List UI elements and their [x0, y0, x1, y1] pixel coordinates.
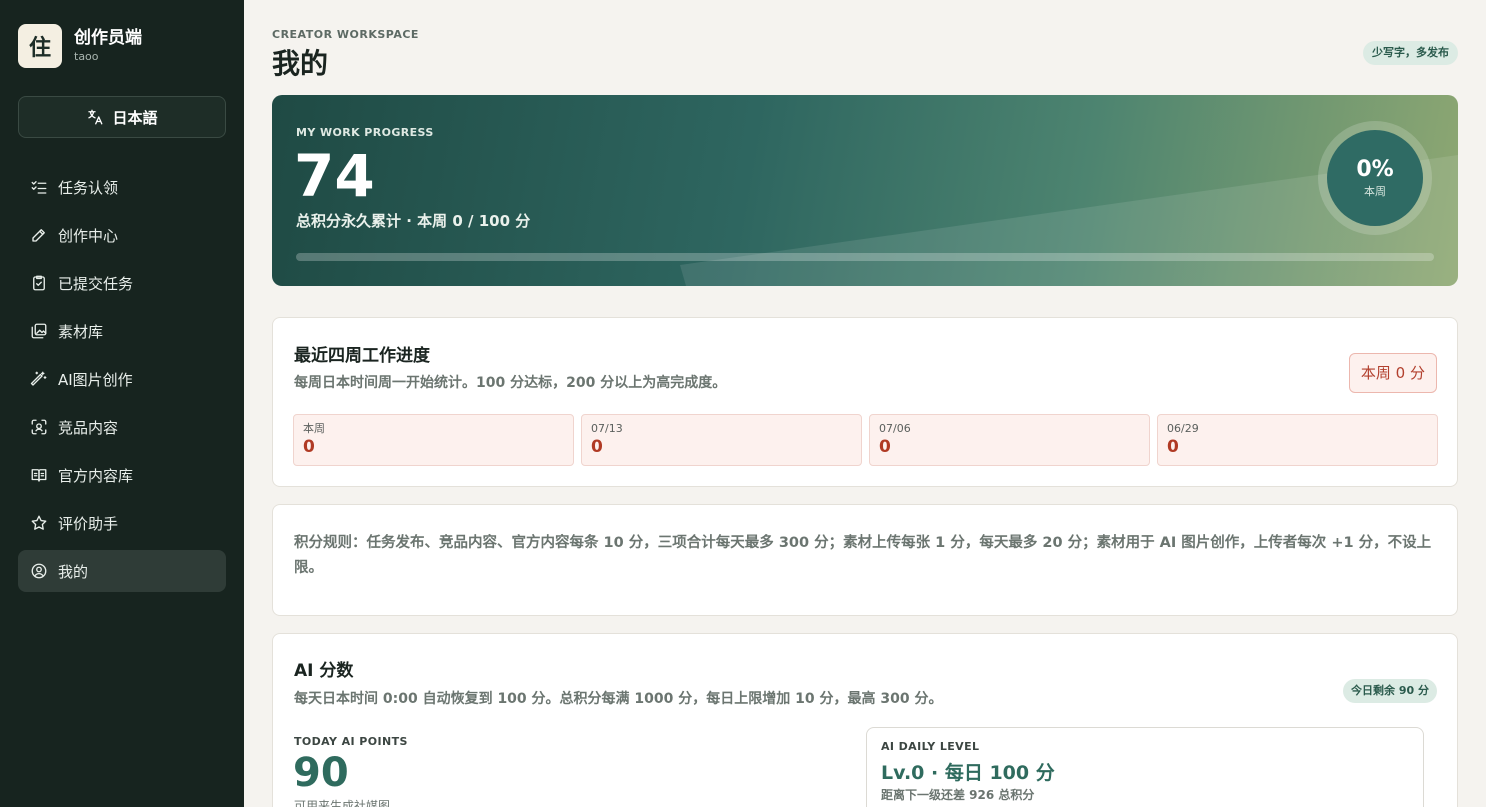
sidebar-item-submitted-tasks[interactable]: 已提交任务 [18, 262, 226, 304]
week-label: 07/13 [591, 422, 623, 435]
sidebar-item-label: 我的 [58, 562, 89, 581]
sidebar-item-creation-center[interactable]: 创作中心 [18, 214, 226, 256]
brand-text: 创作员端 taoo [74, 27, 142, 65]
star-icon [31, 515, 47, 530]
sidebar-item-label: 已提交任务 [58, 274, 134, 293]
progress-eyebrow: MY WORK PROGRESS [296, 126, 434, 139]
sidebar-item-review-assistant[interactable]: 评价助手 [18, 502, 226, 544]
week-label: 07/06 [879, 422, 911, 435]
week-points: 0 [591, 437, 603, 457]
progress-subtitle: 总积分永久累计 · 本周 0 / 100 分 [296, 212, 531, 230]
weekly-title: 最近四周工作进度 [294, 346, 430, 366]
translate-icon [88, 109, 103, 125]
today-ai-note: 可用来生成社媒图 [294, 799, 391, 807]
page-title: 我的 [272, 47, 329, 80]
page-eyebrow: CREATOR WORKSPACE [272, 28, 419, 41]
slogan-badge: 少写字，多发布 [1363, 41, 1458, 65]
sidebar-item-label: AI图片创作 [58, 370, 133, 389]
sidebar-item-asset-library[interactable]: 素材库 [18, 310, 226, 352]
week-cell: 06/29 0 [1157, 414, 1438, 466]
magic-wand-icon [30, 371, 47, 386]
pencil-icon [32, 229, 45, 242]
images-icon [31, 323, 47, 339]
brand-title: 创作员端 [74, 28, 142, 48]
language-button[interactable]: 日本語 [18, 96, 226, 138]
week-label: 06/29 [1167, 422, 1199, 435]
sidebar-item-ai-image[interactable]: AI图片创作 [18, 358, 226, 400]
week-points: 0 [879, 437, 891, 457]
week-label: 本周 [303, 422, 325, 435]
week-cell: 07/06 0 [869, 414, 1150, 466]
sidebar-nav: 任务认领 创作中心 已提交任务 素材库 AI图片创作 竞品内容 官方内容库 评价… [18, 166, 226, 598]
language-label: 日本語 [112, 108, 158, 127]
sidebar-item-label: 任务认领 [58, 178, 119, 197]
sidebar-item-label: 评价助手 [58, 514, 119, 533]
week-points: 0 [1167, 437, 1179, 457]
points-rules-card: 积分规则：任务发布、竞品内容、官方内容每条 10 分，三项合计每天最多 300 … [272, 504, 1458, 616]
ring-percent: 0% [1356, 157, 1394, 182]
week-cell: 07/13 0 [581, 414, 862, 466]
brand: 住 创作员端 taoo [18, 24, 142, 68]
weekly-progress-ring: 0% 本周 [1318, 121, 1432, 235]
checklist-icon [31, 181, 47, 194]
week-cell: 本周 0 [293, 414, 574, 466]
week-points: 0 [303, 437, 315, 457]
sidebar-item-label: 创作中心 [58, 226, 119, 245]
book-open-icon [31, 469, 47, 482]
weekly-description: 每周日本时间周一开始统计。100 分达标，200 分以上为高完成度。 [294, 375, 727, 391]
level-subtitle: 距离下一级还差 926 总积分 [881, 788, 1035, 802]
today-ai-eyebrow: TODAY AI POINTS [294, 735, 408, 748]
ring-center: 0% 本周 [1327, 130, 1423, 226]
sidebar-item-label: 竞品内容 [58, 418, 119, 437]
today-ai-points: 90 [293, 750, 349, 796]
week-list: 本周 0 07/13 0 07/06 0 06/29 0 [293, 414, 1438, 466]
points-rules-text: 积分规则：任务发布、竞品内容、官方内容每条 10 分，三项合计每天最多 300 … [294, 535, 1432, 576]
ai-title: AI 分数 [294, 661, 354, 681]
clipboard-check-icon [33, 275, 45, 291]
ring-label: 本周 [1364, 185, 1386, 198]
weekly-progress-card: 最近四周工作进度 每周日本时间周一开始统计。100 分达标，200 分以上为高完… [272, 317, 1458, 487]
this-week-badge: 本周 0 分 [1348, 353, 1437, 393]
sidebar: 住 创作员端 taoo 日本語 任务认领 创作中心 已提交任务 素材库 AI图片… [0, 0, 244, 807]
sidebar-item-label: 素材库 [58, 322, 104, 341]
user-circle-icon [31, 563, 47, 579]
ai-description: 每天日本时间 0:00 自动恢复到 100 分。总积分每满 1000 分，每日上… [294, 691, 943, 707]
total-points: 74 [294, 142, 375, 210]
sidebar-item-mine[interactable]: 我的 [18, 550, 226, 592]
sidebar-item-competitor-content[interactable]: 竞品内容 [18, 406, 226, 448]
work-progress-card: MY WORK PROGRESS 74 总积分永久累计 · 本周 0 / 100… [272, 95, 1458, 286]
scan-face-icon [31, 419, 47, 435]
weekly-progress-bar [296, 253, 1434, 261]
ai-points-card: AI 分数 每天日本时间 0:00 自动恢复到 100 分。总积分每满 1000… [272, 633, 1458, 807]
username: taoo [74, 50, 99, 63]
ai-remaining-badge: 今日剩余 90 分 [1343, 679, 1437, 703]
ai-daily-level-box: AI DAILY LEVEL Lv.0 · 每日 100 分 距离下一级还差 9… [866, 727, 1424, 807]
sidebar-item-task-claim[interactable]: 任务认领 [18, 166, 226, 208]
level-title: Lv.0 · 每日 100 分 [881, 762, 1055, 784]
brand-logo: 住 [18, 24, 62, 68]
sidebar-item-label: 官方内容库 [58, 466, 134, 485]
sidebar-item-official-library[interactable]: 官方内容库 [18, 454, 226, 496]
level-eyebrow: AI DAILY LEVEL [881, 740, 980, 753]
